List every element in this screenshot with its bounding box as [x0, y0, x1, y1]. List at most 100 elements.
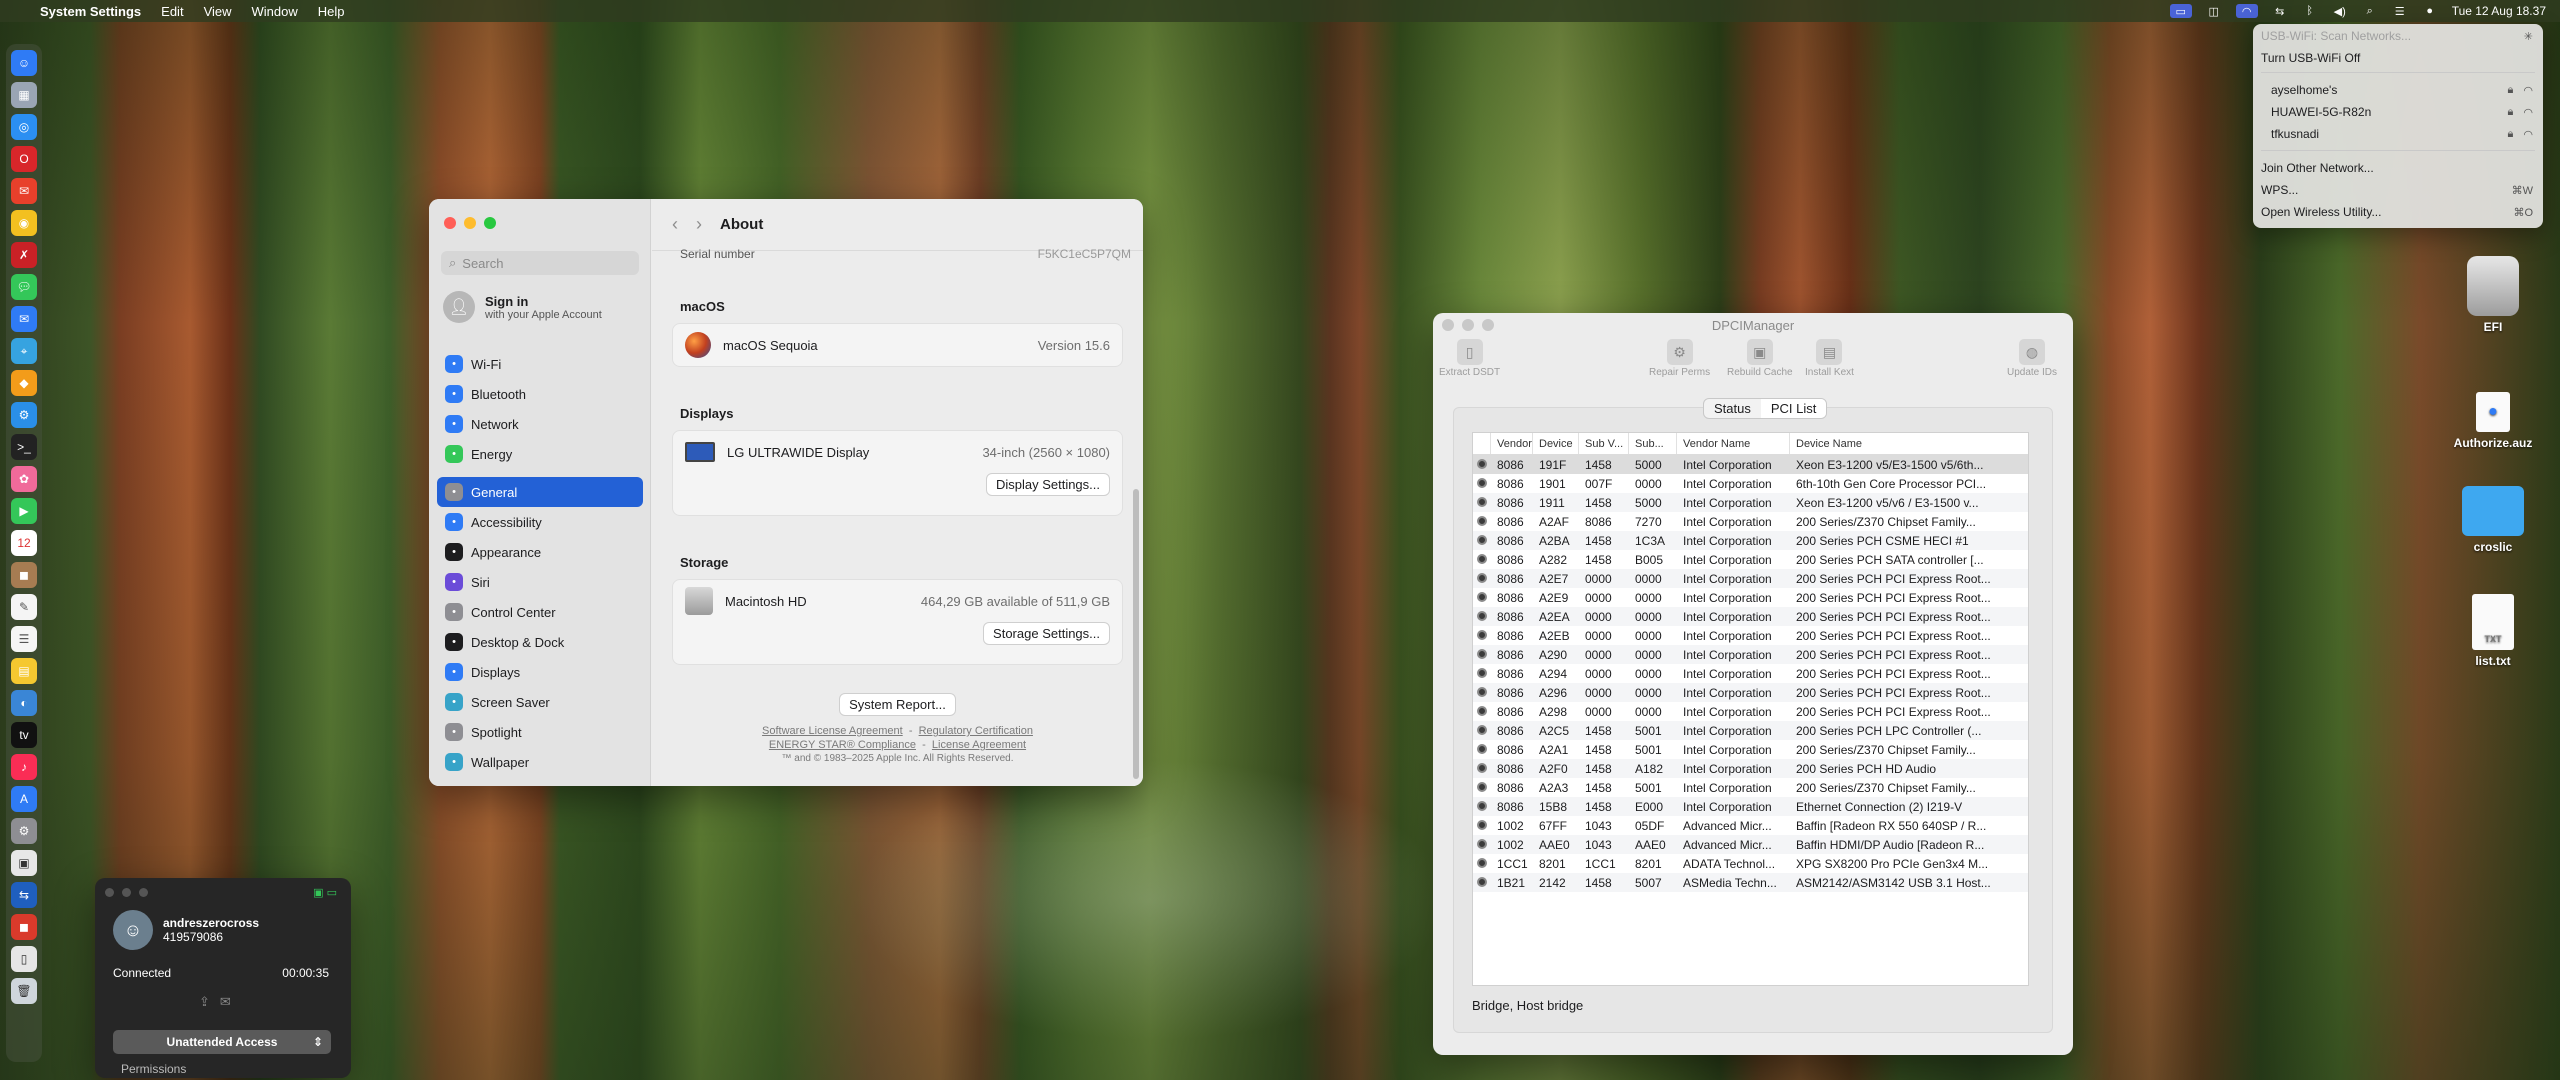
- photos-icon[interactable]: ✿: [11, 466, 37, 492]
- calendar-icon[interactable]: 12: [11, 530, 37, 556]
- messages-icon[interactable]: 💬︎: [11, 274, 37, 300]
- wps-item[interactable]: WPS... ⌘W: [2253, 180, 2543, 200]
- desktop-icon-croslic[interactable]: croslic: [2448, 486, 2538, 554]
- table-row[interactable]: 8086 A282 1458 B005 Intel Corporation 200 Ser…: [1473, 550, 2028, 569]
- volume-icon[interactable]: ◀): [2332, 4, 2348, 18]
- repair-perms-button[interactable]: ⚙ Repair Perms: [1649, 339, 1710, 378]
- table-row[interactable]: 8086 A2E9 0000 0000 Intel Corporation 200 Ser…: [1473, 588, 2028, 607]
- control-center-icon[interactable]: ☰: [2392, 4, 2408, 18]
- table-row[interactable]: 8086 1901 007F 0000 Intel Corporation 6th-10t…: [1473, 474, 2028, 493]
- sidebar-item-appearance[interactable]: • Appearance: [437, 537, 643, 567]
- sidebar-item-bluetooth[interactable]: • Bluetooth: [437, 379, 643, 409]
- wifi-network-item[interactable]: ayselhome's 🔒︎ ◠: [2253, 80, 2543, 100]
- table-row[interactable]: 8086 A2F0 1458 A182 Intel Corporation 200 Ser…: [1473, 759, 2028, 778]
- reminders-icon[interactable]: ☰: [11, 626, 37, 652]
- desktop-icon-authorize[interactable]: ● Authorize.auz: [2448, 392, 2538, 450]
- desktop-icon-efi[interactable]: EFI: [2448, 256, 2538, 334]
- desktop-icon-list-txt[interactable]: TXT list.txt: [2448, 594, 2538, 668]
- settings-search-field[interactable]: ⌕ Search: [441, 251, 639, 275]
- table-row[interactable]: 8086 A2C5 1458 5001 Intel Corporation 200 Ser…: [1473, 721, 2028, 740]
- teamviewer-icon[interactable]: ⇆: [11, 882, 37, 908]
- preview-icon[interactable]: ▣: [11, 850, 37, 876]
- col-vendor-name[interactable]: Vendor Name: [1677, 433, 1790, 454]
- menu-help[interactable]: Help: [318, 4, 345, 19]
- col-vendor[interactable]: Vendor: [1491, 433, 1533, 454]
- sidebar-item-accessibility[interactable]: • Accessibility: [437, 507, 643, 537]
- opera-icon[interactable]: O: [11, 146, 37, 172]
- facetime-icon[interactable]: ▶: [11, 498, 37, 524]
- close-button[interactable]: [444, 217, 456, 229]
- table-row[interactable]: 8086 A2EB 0000 0000 Intel Corporation 200 Ser…: [1473, 626, 2028, 645]
- sidebar-item-desktop-dock[interactable]: • Desktop & Dock: [437, 627, 643, 657]
- sidebar-item-siri[interactable]: • Siri: [437, 567, 643, 597]
- tab-pci-list[interactable]: PCI List: [1760, 399, 1827, 418]
- finder-icon[interactable]: ☺: [11, 50, 37, 76]
- table-row[interactable]: 1002 AAE0 1043 AAE0 Advanced Micr... Baffin H…: [1473, 835, 2028, 854]
- install-kext-button[interactable]: ▤ Install Kext: [1805, 339, 1854, 378]
- app-icon[interactable]: ✗: [11, 242, 37, 268]
- app-store-icon[interactable]: A: [11, 786, 37, 812]
- permissions-label[interactable]: Permissions: [121, 1062, 186, 1076]
- table-row[interactable]: 1CC1 8201 1CC1 8201 ADATA Technol... XPG SX82…: [1473, 854, 2028, 873]
- notes-app-icon[interactable]: ▤: [11, 658, 37, 684]
- close-button[interactable]: [105, 888, 114, 897]
- join-other-network[interactable]: Join Other Network...: [2253, 158, 2543, 178]
- table-row[interactable]: 8086 1911 1458 5000 Intel Corporation Xeon E3…: [1473, 493, 2028, 512]
- sidebar-item-spotlight[interactable]: • Spotlight: [437, 717, 643, 747]
- col-subdevice[interactable]: Sub...: [1629, 433, 1677, 454]
- siri-status-icon[interactable]: ●: [2422, 4, 2438, 18]
- software-license-link[interactable]: Software License Agreement: [762, 725, 903, 737]
- col-subvendor[interactable]: Sub V...: [1579, 433, 1629, 454]
- app-icon[interactable]: ◐: [11, 690, 37, 716]
- table-row[interactable]: 8086 A290 0000 0000 Intel Corporation 200 Ser…: [1473, 645, 2028, 664]
- system-report-button[interactable]: System Report...: [839, 693, 956, 716]
- open-wireless-utility[interactable]: Open Wireless Utility... ⌘O: [2253, 202, 2543, 222]
- sidebar-item-control-center[interactable]: • Control Center: [437, 597, 643, 627]
- chrome-icon[interactable]: ◉: [11, 210, 37, 236]
- table-row[interactable]: 8086 A2A3 1458 5001 Intel Corporation 200 Ser…: [1473, 778, 2028, 797]
- file-transfer-icon[interactable]: ⇪: [199, 994, 210, 1010]
- music-icon[interactable]: ♪: [11, 754, 37, 780]
- mail-icon[interactable]: ✉: [11, 306, 37, 332]
- zoom-button[interactable]: [484, 217, 496, 229]
- forward-arrow-icon[interactable]: ›: [696, 214, 702, 235]
- sidebar-item-general[interactable]: • General: [437, 477, 643, 507]
- table-row[interactable]: 1002 67FF 1043 05DF Advanced Micr... Baffin […: [1473, 816, 2028, 835]
- wifi-network-item[interactable]: tfkusnadi 🔒︎ ◠: [2253, 124, 2543, 144]
- document-icon[interactable]: ▯: [11, 946, 37, 972]
- table-row[interactable]: 8086 A2E7 0000 0000 Intel Corporation 200 Ser…: [1473, 569, 2028, 588]
- sidebar-item-displays[interactable]: • Displays: [437, 657, 643, 687]
- table-row[interactable]: 8086 A294 0000 0000 Intel Corporation 200 Ser…: [1473, 664, 2028, 683]
- menu-view[interactable]: View: [204, 4, 232, 19]
- system-settings-icon[interactable]: ⚙: [11, 818, 37, 844]
- table-row[interactable]: 8086 A2BA 1458 1C3A Intel Corporation 200 Ser…: [1473, 531, 2028, 550]
- table-row[interactable]: 8086 15B8 1458 E000 Intel Corporation Etherne…: [1473, 797, 2028, 816]
- apple-account-signin[interactable]: 👤︎ Sign in with your Apple Account: [443, 291, 602, 323]
- update-ids-button[interactable]: ◍ Update IDs: [2007, 339, 2057, 378]
- display-settings-button[interactable]: Display Settings...: [985, 473, 1110, 496]
- display-status-icon[interactable]: ◫: [2206, 4, 2222, 18]
- table-row[interactable]: 8086 A298 0000 0000 Intel Corporation 200 Ser…: [1473, 702, 2028, 721]
- energy-star-link[interactable]: ENERGY STAR® Compliance: [769, 739, 916, 751]
- launchpad-icon[interactable]: ▦: [11, 82, 37, 108]
- maps-icon[interactable]: ⌖: [11, 338, 37, 364]
- menu-app-name[interactable]: System Settings: [40, 4, 141, 19]
- notes-icon[interactable]: ✎: [11, 594, 37, 620]
- screen-share-icon[interactable]: ▭: [2169, 4, 2192, 18]
- sidebar-item-energy[interactable]: • Energy: [437, 439, 643, 469]
- app-icon[interactable]: ✉: [11, 178, 37, 204]
- sidebar-item-wallpaper[interactable]: • Wallpaper: [437, 747, 643, 777]
- bluetooth-status-icon[interactable]: ᛒ: [2302, 4, 2318, 18]
- zoom-button[interactable]: [139, 888, 148, 897]
- access-mode-select[interactable]: Unattended Access ⇕: [113, 1030, 331, 1054]
- menubar-clock[interactable]: Tue 12 Aug 18.37: [2452, 4, 2546, 18]
- minimize-button[interactable]: [122, 888, 131, 897]
- chat-icon[interactable]: ✉: [220, 994, 231, 1010]
- table-row[interactable]: 8086 191F 1458 5000 Intel Corporation Xeon E3…: [1473, 455, 2028, 474]
- back-arrow-icon[interactable]: ‹: [672, 214, 678, 235]
- extract-dsdt-button[interactable]: ▯ Extract DSDT: [1439, 339, 1500, 378]
- table-row[interactable]: 8086 A2A1 1458 5001 Intel Corporation 200 Ser…: [1473, 740, 2028, 759]
- app-icon[interactable]: ◼: [11, 914, 37, 940]
- app-icon[interactable]: ◼: [11, 562, 37, 588]
- app-icon[interactable]: ◆: [11, 370, 37, 396]
